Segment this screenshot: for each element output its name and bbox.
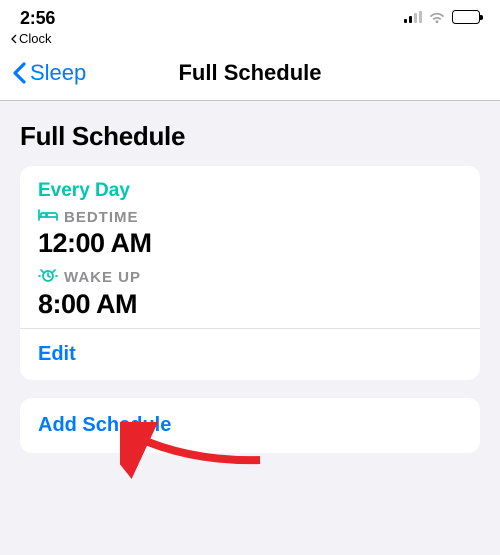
bedtime-label-row: BEDTIME bbox=[38, 208, 462, 226]
schedule-card[interactable]: Every Day BEDTIME 12:00 AM WAKE UP 8:00 … bbox=[20, 166, 480, 380]
breadcrumb[interactable]: Clock bbox=[0, 30, 500, 52]
battery-icon bbox=[452, 10, 480, 24]
back-button[interactable]: Sleep bbox=[12, 60, 86, 86]
content-area: Full Schedule Every Day BEDTIME 12:00 AM… bbox=[0, 101, 500, 453]
wifi-icon bbox=[428, 11, 446, 24]
chevron-left-icon bbox=[12, 62, 27, 84]
nav-title: Full Schedule bbox=[178, 60, 321, 86]
add-schedule-card[interactable]: Add Schedule bbox=[20, 398, 480, 453]
breadcrumb-label: Clock bbox=[19, 31, 52, 46]
cellular-icon bbox=[404, 11, 423, 23]
edit-button[interactable]: Edit bbox=[38, 329, 462, 380]
nav-bar: Sleep Full Schedule bbox=[0, 52, 500, 101]
wakeup-value: 8:00 AM bbox=[38, 289, 462, 320]
alarm-icon bbox=[38, 267, 58, 287]
status-time: 2:56 bbox=[20, 8, 55, 29]
bed-icon bbox=[38, 208, 58, 226]
status-indicators bbox=[404, 10, 481, 24]
wakeup-label-row: WAKE UP bbox=[38, 267, 462, 287]
bedtime-value: 12:00 AM bbox=[38, 228, 462, 259]
wakeup-label: WAKE UP bbox=[64, 269, 141, 286]
status-bar: 2:56 bbox=[0, 0, 500, 30]
page-title: Full Schedule bbox=[20, 121, 480, 152]
add-schedule-button[interactable]: Add Schedule bbox=[38, 414, 462, 437]
days-label: Every Day bbox=[38, 180, 462, 202]
back-label: Sleep bbox=[30, 60, 86, 86]
bedtime-label: BEDTIME bbox=[64, 209, 139, 226]
